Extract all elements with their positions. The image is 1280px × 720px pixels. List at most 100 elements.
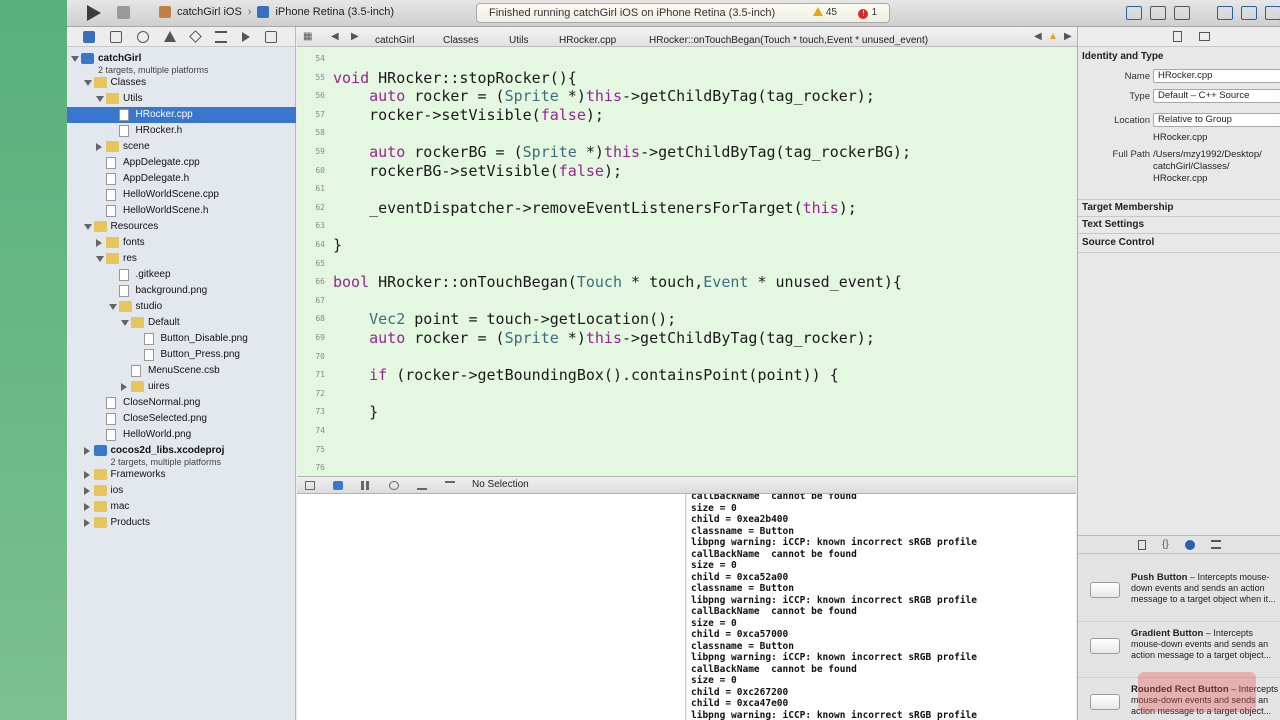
disclosure-closed-icon[interactable] bbox=[96, 143, 102, 151]
disclosure-closed-icon[interactable] bbox=[96, 239, 102, 247]
target-membership-section[interactable]: Target Membership bbox=[1082, 202, 1174, 213]
utilities-toggle-icon[interactable] bbox=[1265, 6, 1280, 20]
variables-view[interactable] bbox=[297, 494, 686, 720]
object-library-icon[interactable] bbox=[1184, 539, 1195, 550]
tree-item[interactable]: Default bbox=[67, 315, 296, 331]
tree-item[interactable]: ios bbox=[67, 483, 296, 499]
report-icon[interactable] bbox=[265, 30, 277, 43]
code-line[interactable]: auto rockerBG = (Sprite *)this->getChild… bbox=[333, 143, 911, 161]
tree-item[interactable]: cocos2d_libs.xcodeproj 2 targets, multipl… bbox=[67, 443, 296, 467]
library-item[interactable]: Gradient Button – Intercepts mouse-down … bbox=[1078, 622, 1280, 678]
tree-item[interactable]: uires bbox=[67, 379, 296, 395]
location-select[interactable]: Relative to Group bbox=[1153, 113, 1280, 127]
folder-icon[interactable] bbox=[83, 30, 95, 43]
code-line[interactable]: bool HRocker::onTouchBegan(Touch * touch… bbox=[333, 273, 902, 291]
tree-item[interactable]: Resources bbox=[67, 219, 296, 235]
tree-item[interactable]: HRocker.cpp bbox=[67, 107, 296, 123]
quick-help-icon[interactable] bbox=[1199, 32, 1210, 41]
standard-editor-icon[interactable] bbox=[1126, 6, 1142, 20]
issue-icon[interactable] bbox=[164, 31, 176, 42]
navigator-toggle-icon[interactable] bbox=[1217, 6, 1233, 20]
tree-item[interactable]: HelloWorldScene.h bbox=[67, 203, 296, 219]
code-line[interactable]: Vec2 point = touch->getLocation(); bbox=[333, 310, 676, 328]
disclosure-open-icon[interactable] bbox=[83, 224, 92, 230]
code-line[interactable]: } bbox=[333, 403, 378, 421]
console-output[interactable]: callBackName cannot be found size = 0 chil… bbox=[687, 494, 1076, 720]
disclosure-open-icon[interactable] bbox=[83, 80, 92, 86]
stop-button[interactable] bbox=[117, 6, 130, 19]
tree-item[interactable]: MenuScene.csb bbox=[67, 363, 296, 379]
breakpoint-icon[interactable] bbox=[242, 31, 250, 42]
tree-item[interactable]: Classes bbox=[67, 75, 296, 91]
code-line[interactable]: rockerBG->setVisible(false); bbox=[333, 162, 622, 180]
library-item[interactable]: Push Button – Intercepts mouse-down even… bbox=[1078, 566, 1280, 622]
tree-item[interactable]: .gitkeep bbox=[67, 267, 296, 283]
step-out-icon[interactable] bbox=[445, 481, 455, 490]
breakpoints-toggle-icon[interactable] bbox=[333, 481, 343, 490]
disclosure-open-icon[interactable] bbox=[96, 96, 104, 102]
assistant-editor-icon[interactable] bbox=[1150, 6, 1166, 20]
step-in-icon[interactable] bbox=[417, 481, 427, 490]
tree-item[interactable]: Products bbox=[67, 515, 296, 531]
tree-item[interactable]: studio bbox=[67, 299, 296, 315]
next-issue-icon[interactable]: ▶ bbox=[1064, 31, 1072, 42]
disclosure-closed-icon[interactable] bbox=[83, 487, 90, 495]
tree-item[interactable]: HelloWorld.png bbox=[67, 427, 296, 443]
step-over-icon[interactable] bbox=[389, 481, 399, 490]
code-line[interactable]: auto rocker = (Sprite *)this->getChildBy… bbox=[333, 87, 875, 105]
scheme-selector[interactable]: catchGirl iOS › iPhone Retina (3.5-inch) bbox=[159, 6, 394, 18]
related-items-icon[interactable]: ▦ bbox=[303, 31, 312, 42]
disclosure-open-icon[interactable] bbox=[108, 304, 117, 310]
search-icon[interactable] bbox=[137, 30, 149, 43]
type-select[interactable]: Default – C++ Source bbox=[1153, 89, 1280, 103]
source-control-section[interactable]: Source Control bbox=[1082, 237, 1154, 248]
error-indicator[interactable]: ! 1 bbox=[858, 7, 877, 19]
tree-item[interactable]: CloseNormal.png bbox=[67, 395, 296, 411]
tree-item[interactable]: AppDelegate.h bbox=[67, 171, 296, 187]
tree-item[interactable]: HelloWorldScene.cpp bbox=[67, 187, 296, 203]
tree-item[interactable]: HRocker.h bbox=[67, 123, 296, 139]
code-line[interactable]: void HRocker::stopRocker(){ bbox=[333, 69, 577, 87]
source-editor[interactable]: 54 55 56 57 58 59 60 61 62 63 64 65 66 67 68 69 70 71 72 73… bbox=[297, 47, 1076, 476]
hide-debug-area-icon[interactable] bbox=[305, 481, 315, 490]
tree-item[interactable]: res bbox=[67, 251, 296, 267]
tree-item[interactable]: fonts bbox=[67, 235, 296, 251]
debug-icon[interactable] bbox=[215, 30, 227, 43]
back-arrow-icon[interactable]: ◀ bbox=[331, 31, 339, 42]
text-settings-section[interactable]: Text Settings bbox=[1082, 219, 1144, 230]
run-button[interactable] bbox=[87, 5, 101, 21]
tree-item[interactable]: CloseSelected.png bbox=[67, 411, 296, 427]
tree-item[interactable]: AppDelegate.cpp bbox=[67, 155, 296, 171]
pause-icon[interactable] bbox=[361, 481, 369, 490]
disclosure-closed-icon[interactable] bbox=[83, 447, 90, 455]
version-editor-icon[interactable] bbox=[1174, 6, 1190, 20]
disclosure-open-icon[interactable] bbox=[96, 256, 104, 262]
symbol-icon[interactable] bbox=[110, 30, 122, 43]
previous-issue-icon[interactable]: ◀ bbox=[1034, 31, 1042, 42]
disclosure-open-icon[interactable] bbox=[71, 56, 79, 62]
tree-item[interactable]: Button_Press.png bbox=[67, 347, 296, 363]
disclosure-closed-icon[interactable] bbox=[83, 503, 90, 511]
tree-item[interactable]: mac bbox=[67, 499, 296, 515]
media-library-icon[interactable] bbox=[1210, 540, 1221, 549]
code-line[interactable]: rocker->setVisible(false); bbox=[333, 106, 604, 124]
tree-item[interactable]: Button_Disable.png bbox=[67, 331, 296, 347]
code-line[interactable]: auto rocker = (Sprite *)this->getChildBy… bbox=[333, 329, 875, 347]
forward-arrow-icon[interactable]: ▶ bbox=[351, 31, 359, 42]
tree-item[interactable]: background.png bbox=[67, 283, 296, 299]
code-line[interactable]: } bbox=[333, 236, 342, 254]
disclosure-closed-icon[interactable] bbox=[121, 383, 127, 391]
file-template-icon[interactable] bbox=[1138, 539, 1147, 550]
tree-item[interactable]: catchGirl 2 targets, multiple platforms bbox=[67, 51, 296, 75]
tree-item[interactable]: scene bbox=[67, 139, 296, 155]
tree-item[interactable]: Utils bbox=[67, 91, 296, 107]
debug-area-toggle-icon[interactable] bbox=[1241, 6, 1257, 20]
test-icon[interactable] bbox=[189, 30, 202, 43]
tree-item[interactable]: Frameworks bbox=[67, 467, 296, 483]
warning-icon[interactable]: ▲ bbox=[1048, 31, 1058, 42]
line-number-gutter[interactable]: 54 55 56 57 58 59 60 61 62 63 64 65 66 67 68 69 70 71 72 73… bbox=[297, 47, 327, 476]
name-field[interactable]: HRocker.cpp bbox=[1153, 69, 1280, 83]
disclosure-closed-icon[interactable] bbox=[83, 471, 90, 479]
code-line[interactable]: if (rocker->getBoundingBox().containsPoi… bbox=[333, 366, 839, 384]
disclosure-open-icon[interactable] bbox=[121, 320, 129, 326]
